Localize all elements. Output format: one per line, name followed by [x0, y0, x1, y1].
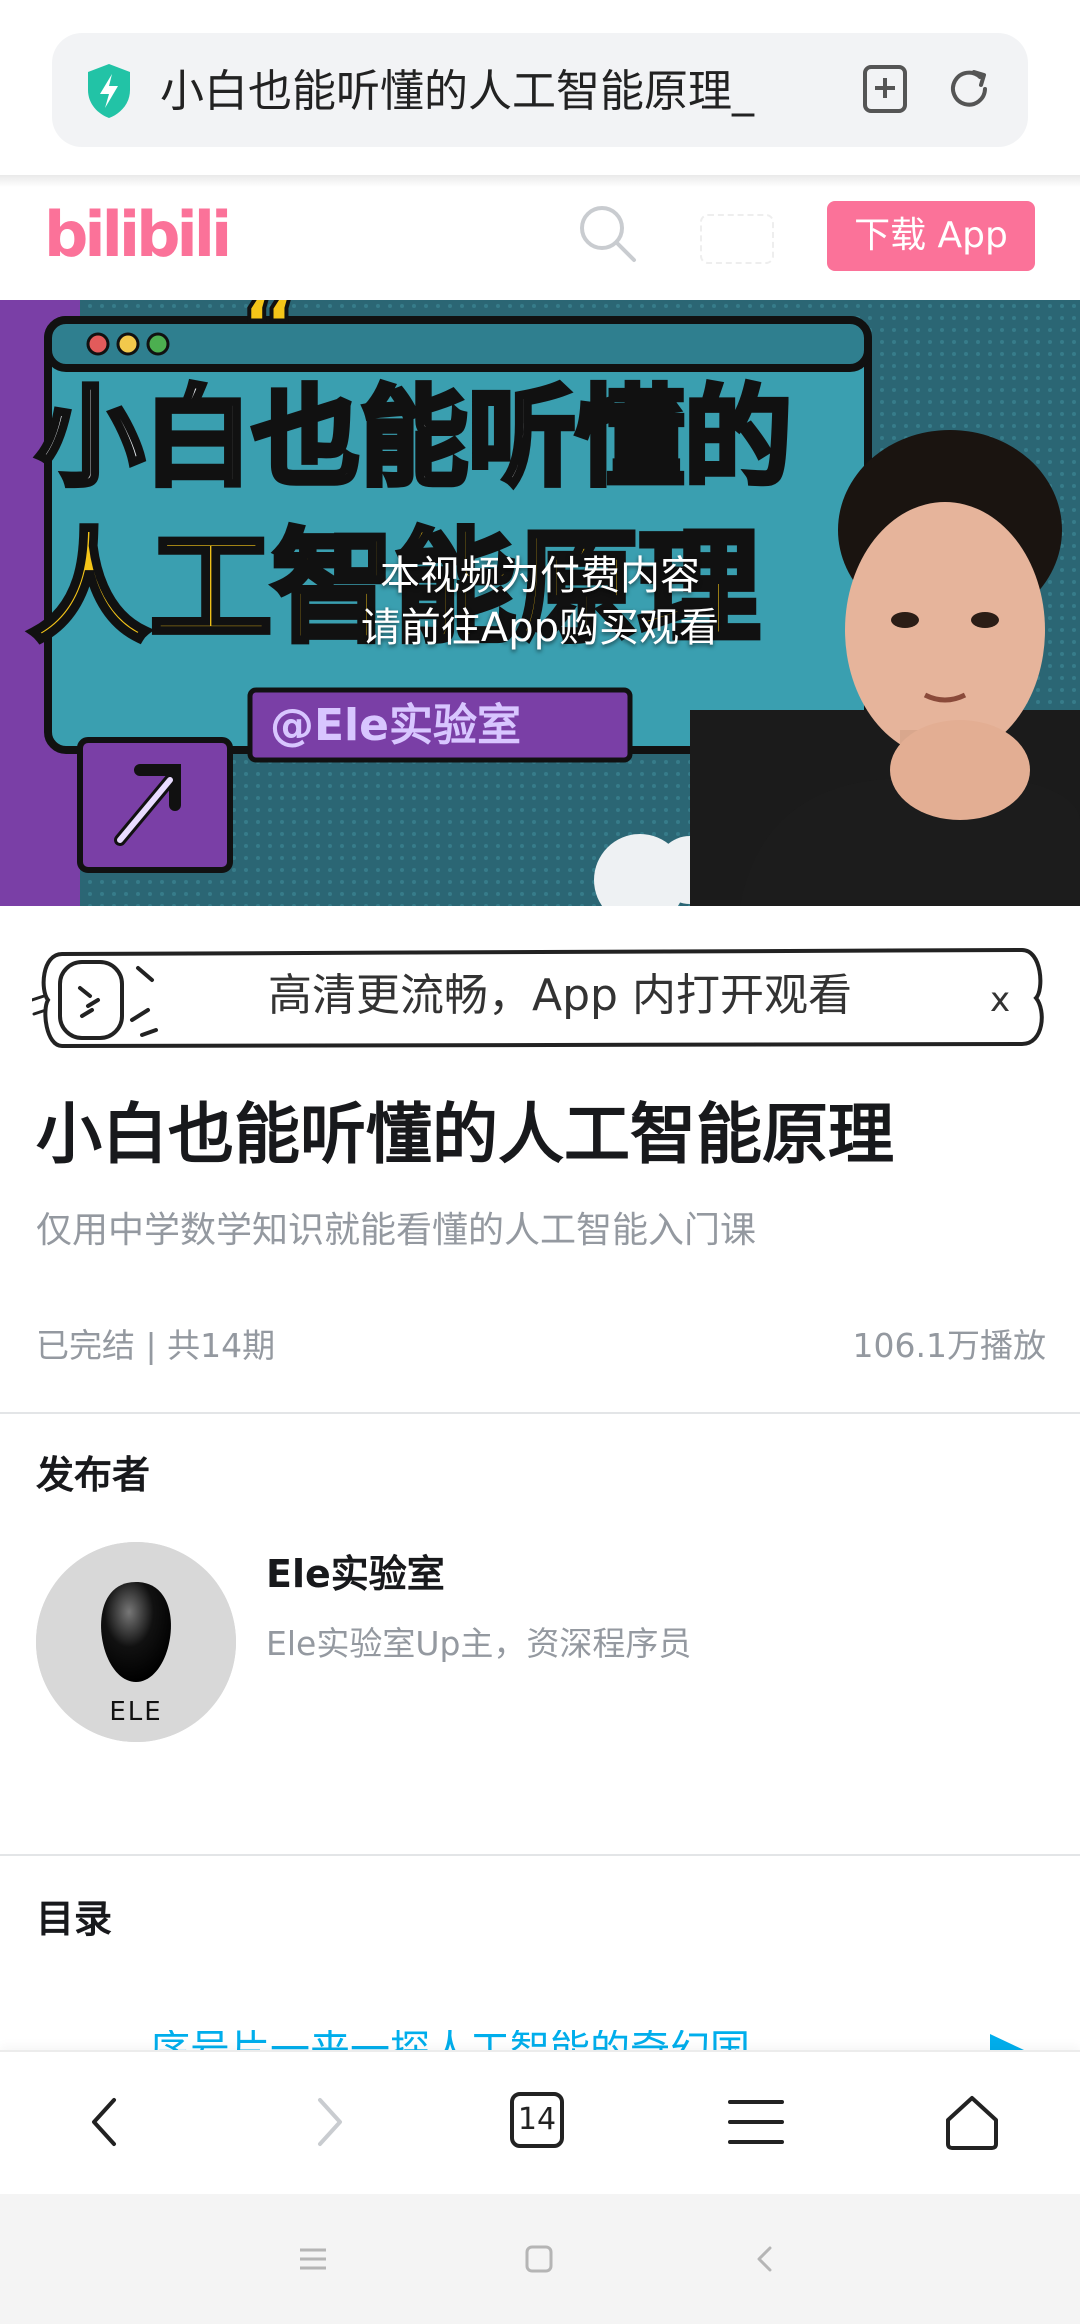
course-subtitle: 仅用中学数学知识就能看懂的人工智能入门课	[36, 1210, 757, 1251]
system-back-icon[interactable]	[748, 2242, 782, 2276]
open-in-app-text[interactable]: 高清更流畅，App 内打开观看	[250, 966, 870, 1026]
thumbnail-handle: @Ele实验室	[270, 700, 521, 751]
user-avatar-placeholder[interactable]	[700, 214, 774, 264]
publisher-section-title: 发布者	[36, 1453, 151, 1497]
paid-notice-line1: 本视频为付费内容	[380, 553, 700, 599]
close-banner-button[interactable]: x	[982, 980, 1018, 1020]
publisher-description: Ele实验室Up主，资深程序员	[266, 1624, 692, 1663]
thumbnail-title-line1: 小白也能听懂的	[36, 376, 792, 501]
episode-status: 已完结 | 共14期	[36, 1326, 276, 1365]
publisher-avatar[interactable]: ELE	[36, 1542, 236, 1742]
play-count: 106.1万播放	[852, 1326, 1046, 1365]
reload-icon[interactable]	[944, 64, 994, 114]
home-icon[interactable]	[940, 2090, 1004, 2154]
menu-icon[interactable]	[724, 2090, 788, 2154]
course-title: 小白也能听懂的人工智能原理	[36, 1096, 894, 1173]
svg-text:bilibili: bilibili	[44, 198, 228, 271]
add-bookmark-icon[interactable]	[862, 64, 908, 114]
tabs-count-button[interactable]: 14	[510, 2092, 564, 2148]
security-shield-icon	[88, 64, 130, 118]
section-divider	[0, 1854, 1080, 1856]
download-app-button[interactable]: 下载 App	[827, 201, 1035, 271]
address-bar-shadow	[0, 175, 1080, 187]
bilibili-logo[interactable]: bilibili	[44, 188, 230, 272]
paid-content-notice: 本视频为付费内容 请前往App购买观看	[0, 550, 1080, 654]
paid-notice-line2: 请前往App购买观看	[360, 605, 720, 651]
play-arrow-icon	[990, 2034, 1024, 2050]
recent-apps-icon[interactable]	[296, 2242, 330, 2276]
url-text[interactable]: 小白也能听懂的人工智能原理_	[160, 58, 790, 126]
forward-icon[interactable]	[296, 2090, 360, 2154]
svg-text:“: “	[240, 300, 299, 380]
section-divider	[0, 1412, 1080, 1414]
home-button-icon[interactable]	[522, 2242, 556, 2276]
avatar-text: ELE	[109, 1697, 162, 1727]
back-icon[interactable]	[74, 2090, 138, 2154]
toc-section-title: 目录	[36, 1897, 113, 1941]
search-icon[interactable]	[576, 202, 638, 264]
ele-logo-icon: ELE	[36, 1542, 236, 1742]
publisher-name[interactable]: Ele实验室	[266, 1546, 445, 1602]
